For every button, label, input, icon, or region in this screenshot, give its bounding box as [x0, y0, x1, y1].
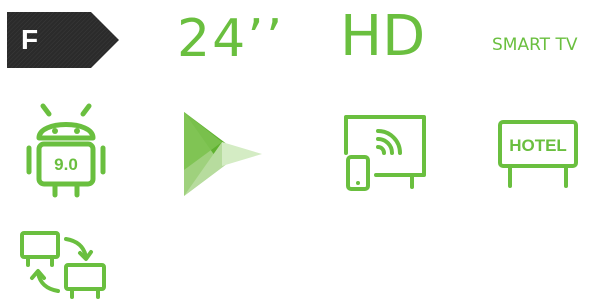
smart-tv-label: SMART TV	[492, 35, 578, 55]
screen-switch-icon	[20, 231, 106, 299]
screen-size-label: 24’’	[177, 9, 285, 69]
hotel-sign-icon: HOTEL	[498, 120, 578, 188]
resolution-label: HD	[340, 4, 426, 69]
android-robot-icon: 9.0	[26, 103, 106, 198]
android-eye-left	[52, 128, 58, 134]
energy-class-letter: F	[21, 24, 39, 55]
android-eye-right	[74, 128, 80, 134]
play-store-icon	[184, 112, 262, 196]
tv-feature-sheet: F 24’’ HD SMART TV 9.0 HOTEL	[0, 0, 593, 300]
energy-class-badge: F	[7, 12, 119, 68]
screen-mirroring-icon	[344, 115, 426, 191]
hotel-label: HOTEL	[509, 136, 567, 155]
android-version-label: 9.0	[54, 155, 78, 174]
